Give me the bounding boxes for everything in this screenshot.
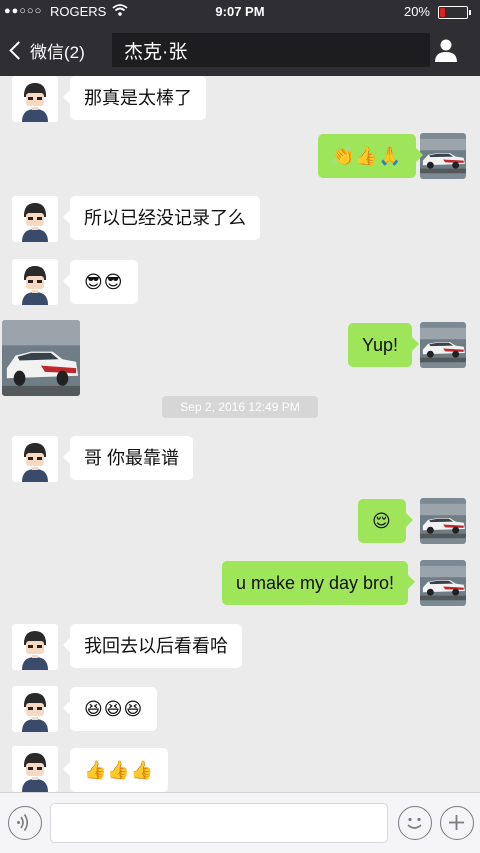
emoji-button[interactable] [398, 806, 432, 840]
my-avatar[interactable] [420, 322, 466, 368]
message-bubble[interactable]: 👏👍🙏 [318, 134, 424, 178]
message-bubble[interactable]: 👍👍👍 [62, 748, 169, 792]
contact-avatar[interactable] [12, 436, 58, 482]
emoji-text: 👍👍👍 [84, 760, 155, 780]
person-icon [435, 39, 457, 62]
message-bubble[interactable]: u make my day bro! [222, 561, 416, 605]
my-avatar[interactable] [420, 133, 466, 179]
more-button[interactable] [440, 806, 474, 840]
message-bubble[interactable]: 😌 [358, 499, 413, 543]
my-avatar[interactable] [420, 498, 466, 544]
chat-title: 杰克·张 [112, 33, 430, 67]
contact-avatar[interactable] [12, 259, 58, 305]
battery-percent: 20% [403, 4, 430, 19]
message-input[interactable] [50, 803, 388, 843]
photo-message[interactable] [2, 320, 80, 396]
contact-avatar[interactable] [12, 686, 58, 732]
message-bubble[interactable]: 哥 你最靠谱 [62, 436, 194, 480]
emoji-text: 😎😎 [84, 272, 124, 292]
chat-title-text: 杰克·张 [124, 41, 188, 63]
plus-icon [449, 815, 464, 830]
emoji-text: 👏👍🙏 [332, 146, 403, 166]
smiley-icon [407, 817, 422, 829]
contact-avatar[interactable] [12, 624, 58, 670]
profile-button[interactable] [432, 36, 460, 64]
my-avatar[interactable] [420, 560, 466, 606]
battery-icon [438, 6, 471, 19]
chat-area[interactable]: 那真是太棒了 👏👍🙏 所以已经没记录了么 😎😎 Yup! Sep 2, 2016… [0, 76, 480, 792]
message-bubble[interactable]: Yup! [348, 323, 420, 367]
message-bubble[interactable]: 我回去以后看看哈 [63, 624, 242, 668]
voice-icon [17, 814, 29, 831]
message-bubble[interactable]: 😎😎 [63, 260, 138, 304]
input-bar [0, 792, 480, 853]
battery-fill [440, 8, 445, 17]
message-bubble[interactable]: 所以已经没记录了么 [63, 196, 260, 240]
voice-button[interactable] [8, 806, 42, 840]
nav-bar: 微信(2) 杰克·张 [0, 24, 480, 76]
back-label: 微信(2) [30, 42, 85, 62]
status-bar: ●●○○○ ROGERS 9:07 PM 20% [0, 0, 480, 24]
contact-avatar[interactable] [12, 196, 58, 242]
timestamp: Sep 2, 2016 12:49 PM [162, 396, 318, 418]
contact-avatar[interactable] [12, 76, 58, 122]
back-button[interactable]: 微信(2) [9, 24, 85, 76]
emoji-text: 😌 [372, 511, 392, 531]
message-bubble[interactable]: 那真是太棒了 [63, 76, 206, 120]
chevron-left-icon [9, 41, 28, 60]
message-bubble[interactable]: 😆😆😆 [62, 687, 158, 731]
emoji-text: 😆😆😆 [84, 699, 144, 719]
contact-avatar[interactable] [12, 746, 58, 792]
